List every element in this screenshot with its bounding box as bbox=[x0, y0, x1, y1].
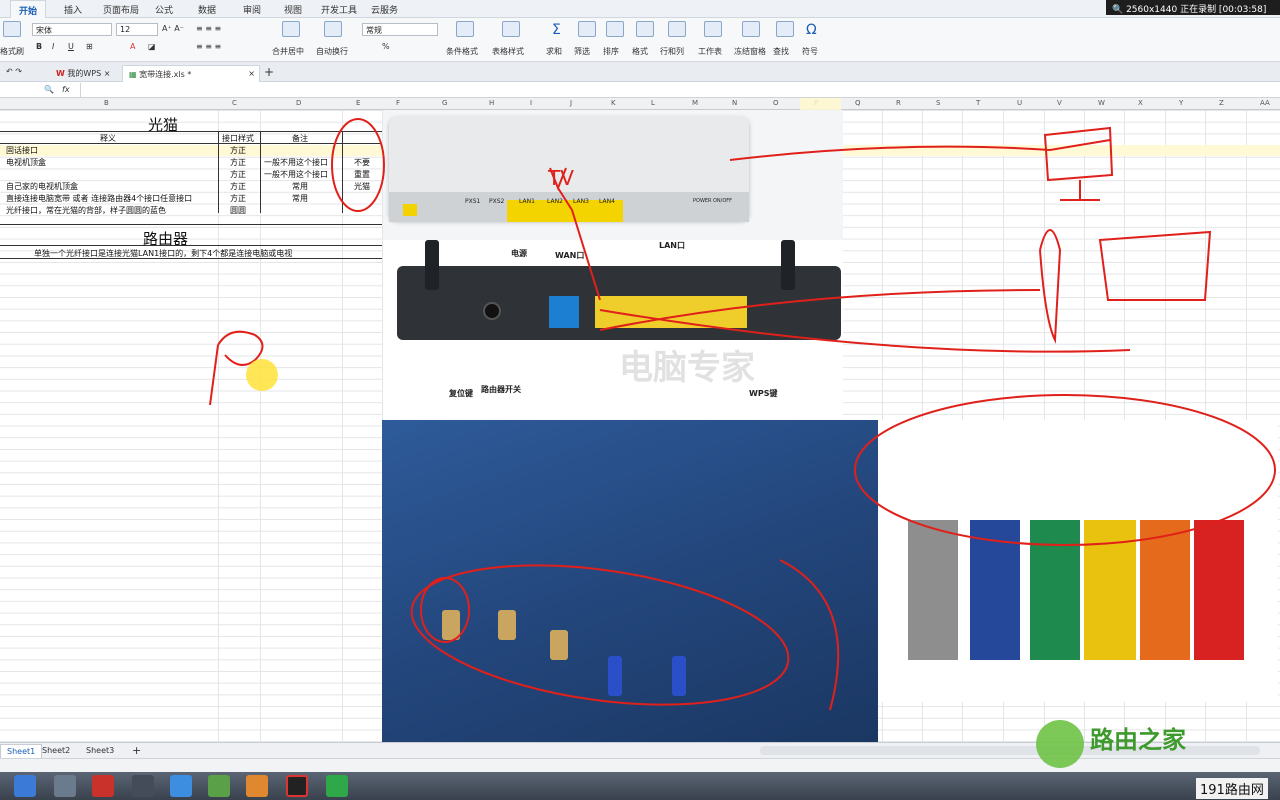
sheet-tabs-bar: Sheet1 Sheet2 Sheet3 + bbox=[0, 742, 1280, 759]
start-icon[interactable] bbox=[14, 775, 36, 797]
calculator-icon[interactable] bbox=[54, 775, 76, 797]
watermark-text: 路由之家 bbox=[1090, 726, 1186, 754]
dev-tool-icon[interactable] bbox=[132, 775, 154, 797]
youdao-icon[interactable] bbox=[92, 775, 114, 797]
wps-sheet-icon[interactable] bbox=[326, 775, 348, 797]
corner-watermark: 191路由网 bbox=[1196, 778, 1268, 799]
tv-annotation: TV bbox=[547, 166, 574, 190]
sheet-tab[interactable]: Sheet3 bbox=[80, 744, 120, 757]
add-sheet-plus-icon[interactable]: + bbox=[126, 742, 147, 759]
pdf-icon[interactable] bbox=[246, 775, 268, 797]
record-icon[interactable] bbox=[286, 775, 308, 797]
red-annotations: TV bbox=[209, 118, 1276, 711]
taskbar: 191路由网 bbox=[0, 772, 1280, 800]
cursor-highlight bbox=[246, 359, 278, 391]
sheet-tab[interactable]: Sheet2 bbox=[36, 744, 76, 757]
charts-icon[interactable] bbox=[208, 775, 230, 797]
watermark-logo-icon bbox=[1036, 720, 1084, 768]
status-bar bbox=[0, 758, 1280, 772]
baidu-cloud-icon[interactable] bbox=[170, 775, 192, 797]
